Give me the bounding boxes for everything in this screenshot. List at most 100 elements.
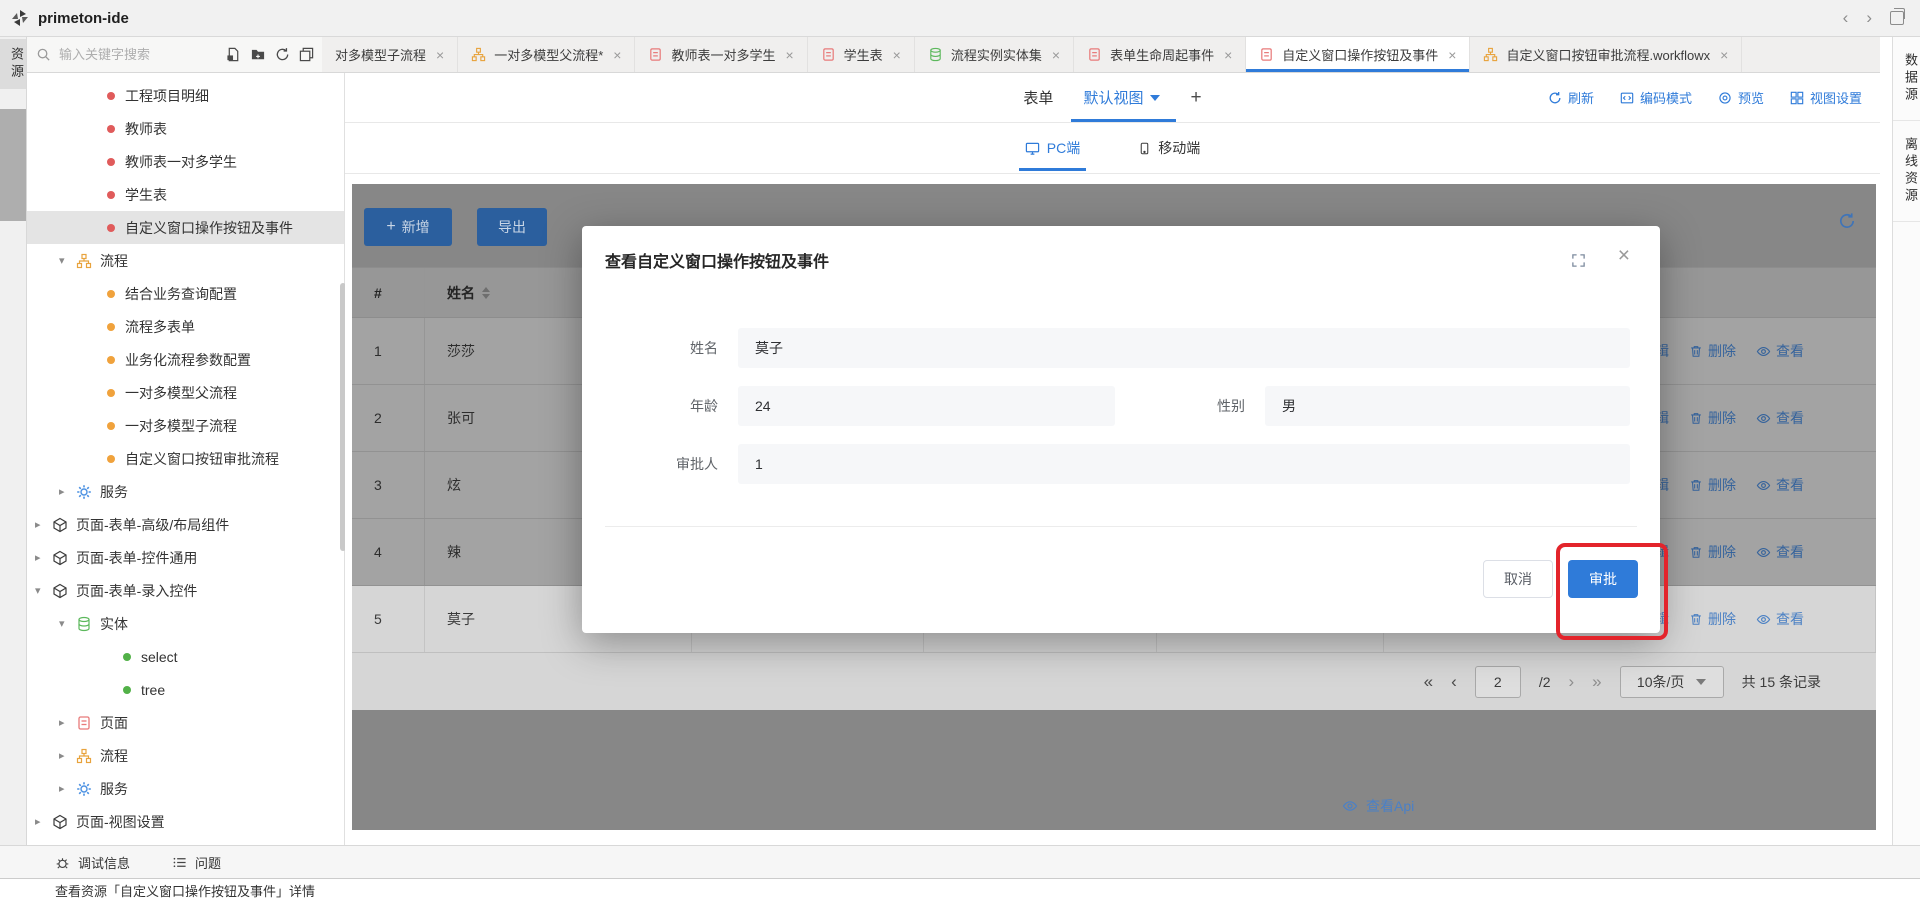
- datasource-panel-tab[interactable]: 数据源: [1893, 37, 1920, 121]
- editor-tab[interactable]: 表单生命周起事件: [1074, 37, 1246, 72]
- next-page-button[interactable]: ›: [1569, 672, 1575, 692]
- tree-item[interactable]: 工程项目明细: [27, 79, 344, 112]
- view-row-button[interactable]: 查看: [1756, 542, 1804, 562]
- refresh-tree-icon[interactable]: [275, 47, 290, 62]
- tree-item[interactable]: 服务: [27, 772, 344, 805]
- code-mode-button[interactable]: 编码模式: [1620, 88, 1692, 107]
- cancel-button[interactable]: 取消: [1483, 560, 1553, 598]
- current-page-input[interactable]: 2: [1475, 666, 1521, 698]
- refresh-button[interactable]: 刷新: [1548, 88, 1594, 107]
- tree-item[interactable]: 业务化流程参数配置: [27, 343, 344, 376]
- tab-close-icon[interactable]: [436, 47, 444, 63]
- col-header-num[interactable]: #: [352, 268, 425, 317]
- problems-tab[interactable]: 问题: [172, 853, 221, 872]
- delete-row-button[interactable]: 删除: [1689, 475, 1736, 495]
- tree-item[interactable]: 自定义窗口按钮审批流程: [27, 442, 344, 475]
- editor-tab[interactable]: 学生表: [808, 37, 915, 72]
- tab-mobile-view[interactable]: 移动端: [1138, 138, 1200, 158]
- resources-panel-tab[interactable]: 资源: [0, 39, 26, 89]
- tab-close-icon[interactable]: [1052, 47, 1060, 63]
- add-view-button[interactable]: +: [1190, 87, 1201, 109]
- tree-item[interactable]: 流程: [27, 739, 344, 772]
- collapse-arrow-icon[interactable]: [59, 782, 76, 795]
- table-refresh-icon[interactable]: [1838, 212, 1856, 230]
- delete-row-button[interactable]: 删除: [1689, 341, 1736, 361]
- tree-item[interactable]: 自定义窗口操作按钮及事件: [27, 211, 344, 244]
- editor-tab[interactable]: 一对多模型父流程*: [458, 37, 635, 72]
- tree-item[interactable]: 页面-视图设置: [27, 805, 344, 838]
- editor-tab[interactable]: 教师表一对多学生: [635, 37, 807, 72]
- first-page-button[interactable]: «: [1424, 672, 1433, 692]
- editor-tab[interactable]: 自定义窗口按钮审批流程.workflowx: [1470, 37, 1742, 72]
- editor-tab[interactable]: 对多模型子流程: [322, 37, 458, 72]
- maximize-dialog-icon[interactable]: [1571, 253, 1586, 268]
- collapse-arrow-icon[interactable]: [59, 485, 76, 498]
- view-api-link[interactable]: 查看Api: [1342, 796, 1414, 816]
- tab-close-icon[interactable]: [613, 47, 621, 63]
- editor-tab[interactable]: 自定义窗口操作按钮及事件: [1246, 37, 1470, 72]
- age-field[interactable]: 24: [738, 386, 1115, 426]
- tree-item[interactable]: 一对多模型父流程: [27, 376, 344, 409]
- delete-row-button[interactable]: 删除: [1689, 609, 1736, 629]
- view-row-button[interactable]: 查看: [1756, 609, 1804, 629]
- sort-icons[interactable]: [482, 287, 490, 299]
- view-settings-button[interactable]: 视图设置: [1790, 88, 1862, 107]
- tab-pc-view[interactable]: PC端: [1025, 138, 1080, 158]
- new-folder-icon[interactable]: [250, 47, 266, 62]
- expand-arrow-icon[interactable]: [35, 584, 52, 597]
- nav-forward-icon[interactable]: ›: [1866, 8, 1872, 28]
- restore-window-icon[interactable]: [1890, 11, 1904, 25]
- tree-item[interactable]: 结合业务查询配置: [27, 277, 344, 310]
- tree-item[interactable]: 流程: [27, 244, 344, 277]
- tab-close-icon[interactable]: [1448, 47, 1456, 63]
- collapse-arrow-icon[interactable]: [59, 749, 76, 762]
- view-row-button[interactable]: 查看: [1756, 408, 1804, 428]
- tree-item[interactable]: 页面-表单-高级/布局组件: [27, 508, 344, 541]
- tree-item[interactable]: tree: [27, 673, 344, 706]
- tree-item[interactable]: 页面: [27, 706, 344, 739]
- collapse-arrow-icon[interactable]: [35, 518, 52, 531]
- editor-tab[interactable]: 流程实例实体集: [915, 37, 1074, 72]
- delete-row-button[interactable]: 删除: [1689, 408, 1736, 428]
- expand-arrow-icon[interactable]: [59, 617, 76, 630]
- tab-close-icon[interactable]: [785, 47, 793, 63]
- page-size-select[interactable]: 10条/页: [1620, 666, 1724, 698]
- expand-arrow-icon[interactable]: [59, 254, 76, 267]
- export-button[interactable]: 导出: [477, 208, 547, 246]
- tab-close-icon[interactable]: [1720, 47, 1728, 63]
- tree-item[interactable]: 服务: [27, 475, 344, 508]
- preview-button[interactable]: 预览: [1718, 88, 1764, 107]
- tree-item[interactable]: 流程多表单: [27, 310, 344, 343]
- tree-item[interactable]: 学生表: [27, 178, 344, 211]
- tree-item[interactable]: 教师表一对多学生: [27, 145, 344, 178]
- approver-field[interactable]: 1: [738, 444, 1630, 484]
- add-record-button[interactable]: 新增: [364, 208, 452, 246]
- tree-item[interactable]: 一对多模型子流程: [27, 409, 344, 442]
- view-row-button[interactable]: 查看: [1756, 341, 1804, 361]
- gender-field[interactable]: 男: [1265, 386, 1630, 426]
- tree-item[interactable]: 页面-表单-录入控件: [27, 574, 344, 607]
- collapse-arrow-icon[interactable]: [35, 551, 52, 564]
- delete-row-button[interactable]: 删除: [1689, 542, 1736, 562]
- nav-back-icon[interactable]: ‹: [1843, 8, 1849, 28]
- tree-item[interactable]: 页面-表单-控件通用: [27, 541, 344, 574]
- tree-item[interactable]: 教师表: [27, 112, 344, 145]
- debug-info-tab[interactable]: 调试信息: [55, 853, 130, 872]
- prev-page-button[interactable]: ‹: [1451, 672, 1457, 692]
- collapse-arrow-icon[interactable]: [59, 716, 76, 729]
- view-selector[interactable]: 默认视图: [1083, 87, 1160, 108]
- tree-item[interactable]: select: [27, 640, 344, 673]
- left-strip-scroll-thumb[interactable]: [0, 109, 26, 221]
- new-file-icon[interactable]: [226, 47, 241, 62]
- last-page-button[interactable]: »: [1592, 672, 1601, 692]
- search-input[interactable]: [57, 46, 226, 63]
- name-field[interactable]: 莫子: [738, 328, 1630, 368]
- collapse-arrow-icon[interactable]: [35, 815, 52, 828]
- view-row-button[interactable]: 查看: [1756, 475, 1804, 495]
- close-dialog-icon[interactable]: ×: [1618, 244, 1630, 268]
- offline-resources-panel-tab[interactable]: 离线资源: [1893, 121, 1920, 222]
- tab-close-icon[interactable]: [893, 47, 901, 63]
- tab-close-icon[interactable]: [1224, 47, 1232, 63]
- collapse-all-icon[interactable]: [299, 47, 314, 62]
- tree-item[interactable]: 实体: [27, 607, 344, 640]
